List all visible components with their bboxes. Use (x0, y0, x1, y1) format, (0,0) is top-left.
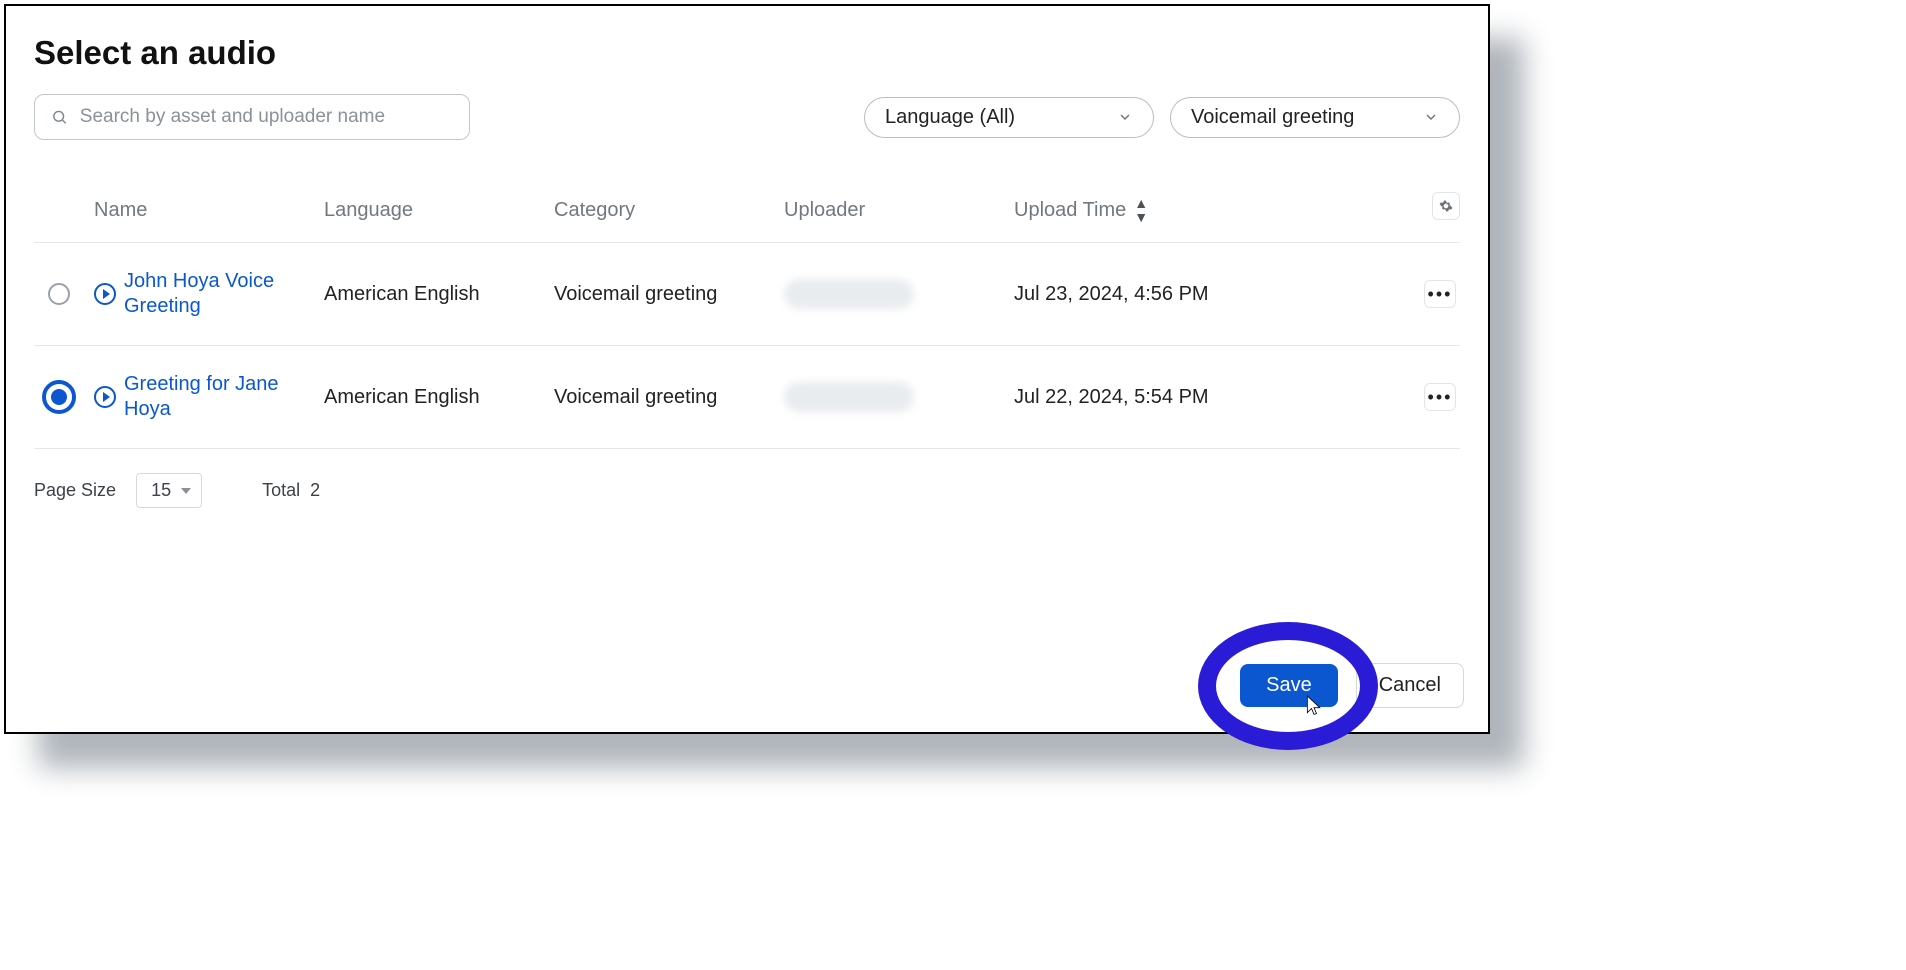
table-row: Greeting for Jane Hoya American English … (34, 346, 1460, 449)
category-filter-label: Voicemail greeting (1191, 106, 1354, 129)
save-button[interactable]: Save (1240, 664, 1338, 707)
row-name: John Hoya Voice Greeting (124, 269, 304, 319)
table-header: Name Language Category Uploader Upload T… (34, 196, 1460, 243)
col-language[interactable]: Language (324, 199, 554, 222)
total-wrap: Total 2 (262, 480, 320, 501)
row-radio[interactable] (42, 380, 76, 414)
page-title: Select an audio (34, 34, 1460, 72)
page-size-label: Page Size (34, 480, 116, 501)
audio-table: Name Language Category Uploader Upload T… (34, 196, 1460, 449)
play-icon[interactable] (94, 386, 116, 408)
save-button-label: Save (1266, 674, 1312, 696)
col-upload-time[interactable]: Upload Time ▲▼ (1014, 196, 1274, 224)
language-filter[interactable]: Language (All) (864, 97, 1154, 138)
pagination-row: Page Size 15 Total 2 (34, 473, 1460, 508)
gear-icon (1439, 199, 1453, 213)
cancel-button[interactable]: Cancel (1356, 663, 1464, 708)
category-filter[interactable]: Voicemail greeting (1170, 97, 1460, 138)
col-name[interactable]: Name (94, 199, 324, 222)
row-category: Voicemail greeting (554, 283, 784, 306)
col-category[interactable]: Category (554, 199, 784, 222)
language-filter-label: Language (All) (885, 106, 1015, 129)
row-uploader-redacted (784, 382, 914, 412)
total-value: 2 (310, 480, 320, 500)
row-name-cell[interactable]: John Hoya Voice Greeting (94, 269, 324, 319)
filters-row: Language (All) Voicemail greeting (34, 94, 1460, 140)
table-row: John Hoya Voice Greeting American Englis… (34, 243, 1460, 346)
page-size-select[interactable]: 15 (136, 473, 202, 508)
table-settings-button[interactable] (1432, 192, 1460, 220)
row-language: American English (324, 386, 554, 409)
search-icon (51, 108, 68, 126)
actions-row: Save Cancel (1240, 663, 1464, 708)
search-input-wrap[interactable] (34, 94, 470, 140)
cursor-icon (1304, 694, 1324, 718)
row-name: Greeting for Jane Hoya (124, 372, 304, 422)
play-icon[interactable] (94, 283, 116, 305)
row-radio[interactable] (48, 283, 70, 305)
row-more-button[interactable]: ••• (1424, 280, 1456, 308)
row-language: American English (324, 283, 554, 306)
total-label: Total (262, 480, 300, 500)
row-name-cell[interactable]: Greeting for Jane Hoya (94, 372, 324, 422)
row-category: Voicemail greeting (554, 386, 784, 409)
chevron-down-icon (1117, 109, 1133, 125)
page-size-value: 15 (151, 480, 171, 500)
select-audio-modal: Select an audio Language (All) Voicemail… (4, 4, 1490, 734)
row-upload-time: Jul 23, 2024, 4:56 PM (1014, 283, 1274, 306)
sort-icon: ▲▼ (1134, 196, 1148, 224)
col-upload-time-label: Upload Time (1014, 199, 1126, 222)
col-uploader[interactable]: Uploader (784, 199, 1014, 222)
row-more-button[interactable]: ••• (1424, 383, 1456, 411)
chevron-down-icon (1423, 109, 1439, 125)
row-uploader-redacted (784, 279, 914, 309)
row-upload-time: Jul 22, 2024, 5:54 PM (1014, 386, 1274, 409)
search-input[interactable] (78, 105, 453, 129)
